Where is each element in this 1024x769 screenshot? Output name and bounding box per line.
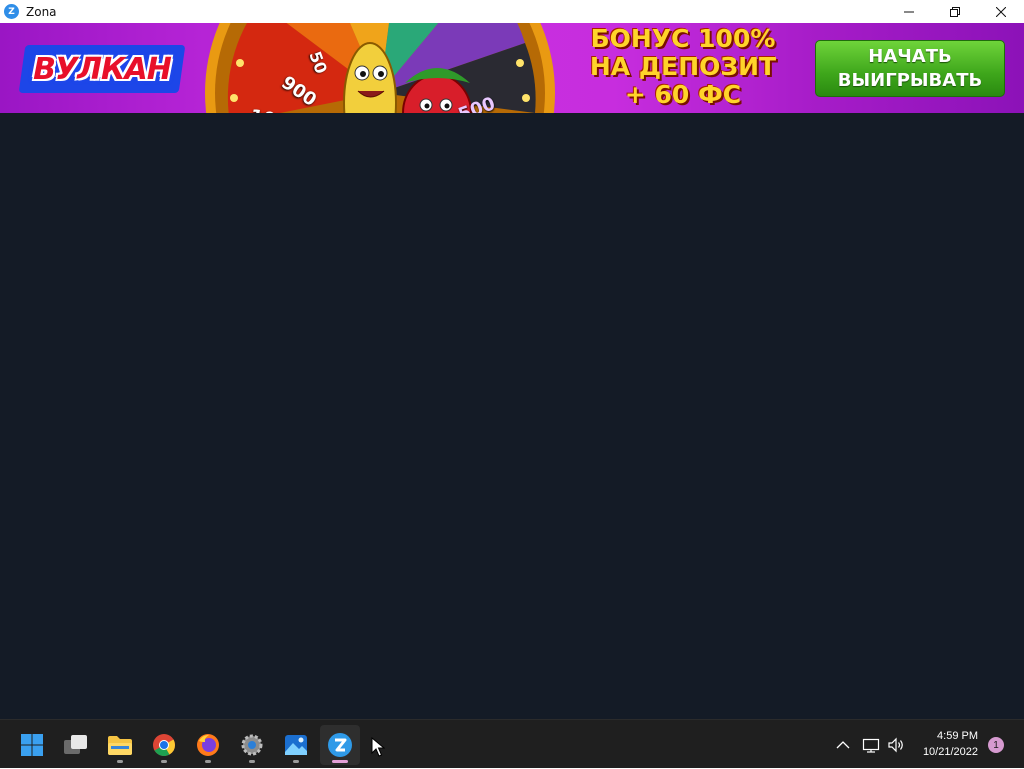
firefox-icon bbox=[197, 734, 219, 756]
network-button[interactable] bbox=[858, 720, 884, 769]
notification-badge[interactable]: 1 bbox=[988, 737, 1004, 753]
network-icon bbox=[862, 738, 880, 753]
task-view-button[interactable] bbox=[56, 725, 96, 765]
brand-logo[interactable]: ВУЛКАН bbox=[22, 47, 182, 91]
running-indicator bbox=[117, 760, 123, 763]
clock-time: 4:59 PM bbox=[937, 730, 978, 742]
show-hidden-icons-button[interactable] bbox=[832, 720, 854, 769]
file-explorer-icon bbox=[108, 736, 132, 755]
zona-icon bbox=[328, 733, 352, 757]
running-indicator bbox=[332, 760, 348, 763]
ad-banner[interactable]: ВУЛКАН 50 900 500 БОНУС 100% НА ДЕПОЗИТ … bbox=[0, 23, 1024, 113]
chevron-up-icon bbox=[836, 740, 850, 748]
window-controls bbox=[886, 0, 1024, 23]
settings-button[interactable] bbox=[232, 725, 272, 765]
restore-icon bbox=[950, 6, 960, 17]
task-view-icon bbox=[64, 735, 87, 754]
firefox-button[interactable] bbox=[188, 725, 228, 765]
volume-icon bbox=[888, 737, 903, 752]
taskbar: 4:59 PM 10/21/2022 1 bbox=[0, 719, 1024, 768]
title-bar: Z Zona bbox=[0, 0, 1024, 23]
running-indicator bbox=[293, 760, 299, 763]
chrome-icon bbox=[153, 734, 175, 756]
clock-date: 10/21/2022 bbox=[922, 746, 978, 758]
photos-button[interactable] bbox=[276, 725, 316, 765]
photos-icon bbox=[285, 735, 307, 755]
close-icon bbox=[996, 6, 1006, 17]
start-button[interactable] bbox=[12, 725, 52, 765]
mouse-pointer-icon bbox=[371, 737, 385, 757]
system-clock[interactable]: 4:59 PM 10/21/2022 bbox=[914, 728, 978, 760]
minimize-button[interactable] bbox=[886, 0, 932, 23]
settings-icon bbox=[241, 734, 263, 756]
fortune-wheel-graphic: 50 900 10000 500 bbox=[200, 23, 560, 113]
zona-taskbar-button[interactable] bbox=[320, 725, 360, 765]
promo-line-bonus: БОНУС 100% bbox=[590, 24, 776, 53]
start-winning-button[interactable]: НАЧАТЬ ВЫИГРЫВАТЬ bbox=[815, 40, 1005, 97]
chrome-button[interactable] bbox=[144, 725, 184, 765]
start-icon bbox=[21, 734, 43, 756]
running-indicator bbox=[161, 760, 167, 763]
volume-button[interactable] bbox=[884, 720, 908, 769]
promo-text: БОНУС 100% НА ДЕПОЗИТ + 60 ФС bbox=[578, 25, 788, 109]
zona-app-icon: Z bbox=[4, 4, 19, 19]
promo-line-deposit: НА ДЕПОЗИТ bbox=[589, 52, 777, 81]
close-button[interactable] bbox=[978, 0, 1024, 23]
minimize-icon bbox=[904, 11, 914, 12]
restore-button[interactable] bbox=[932, 0, 978, 23]
window-title: Zona bbox=[26, 4, 57, 19]
fortune-wheel-icon bbox=[205, 23, 555, 113]
promo-line-free-spins: + 60 ФС bbox=[624, 80, 742, 109]
main-content-area bbox=[0, 113, 1024, 719]
file-explorer-button[interactable] bbox=[100, 725, 140, 765]
running-indicator bbox=[249, 760, 255, 763]
running-indicator bbox=[205, 760, 211, 763]
